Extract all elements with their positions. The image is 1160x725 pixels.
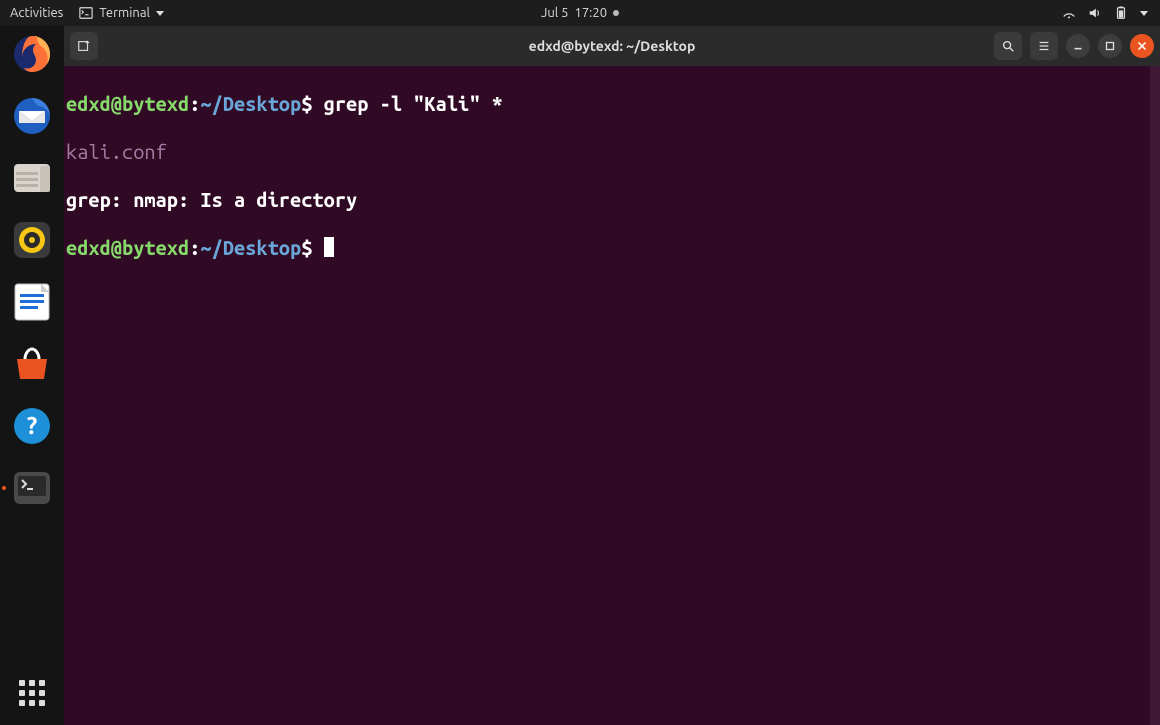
network-icon xyxy=(1062,6,1076,20)
window-title: edxd@bytexd: ~/Desktop xyxy=(529,38,696,54)
terminal-line: grep: nmap: Is a directory xyxy=(64,188,1160,212)
dock-item-files[interactable] xyxy=(10,156,54,200)
app-menu-label: Terminal xyxy=(99,6,150,20)
output-text: grep: nmap: Is a directory xyxy=(66,188,357,211)
prompt-path: ~/Desktop xyxy=(200,92,301,115)
dock-item-thunderbird[interactable] xyxy=(10,94,54,138)
svg-text:?: ? xyxy=(27,412,38,439)
chevron-down-icon xyxy=(1140,11,1148,16)
clock-time: 17:20 xyxy=(575,6,608,20)
activities-button[interactable]: Activities xyxy=(10,6,63,20)
close-icon xyxy=(1135,39,1149,53)
show-applications-button[interactable] xyxy=(16,677,48,709)
terminal-line: edxd@bytexd:~/Desktop$ grep -l "Kali" * xyxy=(64,92,1160,116)
menu-button[interactable] xyxy=(1030,32,1058,60)
maximize-button[interactable] xyxy=(1098,34,1122,58)
prompt-path: ~/Desktop xyxy=(200,236,301,259)
rhythmbox-icon xyxy=(12,220,52,260)
terminal-window: edxd@bytexd: ~/Desktop edxd@bytexd:~/Des… xyxy=(64,26,1160,725)
command-text xyxy=(312,236,323,259)
dock-item-help[interactable]: ? xyxy=(10,404,54,448)
scrollbar-thumb[interactable] xyxy=(1150,66,1160,725)
prompt-user: edxd@bytexd xyxy=(66,236,189,259)
maximize-icon xyxy=(1103,39,1117,53)
libreoffice-writer-icon xyxy=(13,282,51,322)
dock-item-firefox[interactable] xyxy=(10,32,54,76)
software-icon xyxy=(11,345,53,383)
files-icon xyxy=(12,158,52,198)
dock-item-rhythmbox[interactable] xyxy=(10,218,54,262)
prompt-symbol: $ xyxy=(301,92,312,115)
help-icon: ? xyxy=(12,406,52,446)
terminal-line: edxd@bytexd:~/Desktop$ xyxy=(64,236,1160,260)
prompt-sep: : xyxy=(189,92,200,115)
prompt-sep: : xyxy=(189,236,200,259)
terminal-line: kali.conf xyxy=(64,140,1160,164)
top-panel: Activities Terminal Jul 5 17:20 xyxy=(0,0,1160,26)
new-tab-button[interactable] xyxy=(70,32,98,60)
dock-item-terminal[interactable] xyxy=(10,466,54,510)
new-tab-icon xyxy=(77,39,91,53)
dock-item-software[interactable] xyxy=(10,342,54,386)
scrollbar[interactable] xyxy=(1150,66,1160,725)
terminal-body[interactable]: edxd@bytexd:~/Desktop$ grep -l "Kali" * … xyxy=(64,66,1160,725)
hamburger-icon xyxy=(1037,39,1051,53)
terminal-small-icon xyxy=(79,6,93,20)
cursor xyxy=(324,237,334,257)
command-text: grep -l "Kali" * xyxy=(312,92,502,115)
dock-item-writer[interactable] xyxy=(10,280,54,324)
output-filename: kali.conf xyxy=(66,140,167,163)
prompt-symbol: $ xyxy=(301,236,312,259)
clock-date: Jul 5 xyxy=(541,6,569,20)
terminal-icon xyxy=(10,466,54,510)
close-button[interactable] xyxy=(1130,34,1154,58)
search-icon xyxy=(1001,39,1015,53)
volume-icon xyxy=(1088,6,1102,20)
dock: ? xyxy=(0,26,64,725)
clock[interactable]: Jul 5 17:20 xyxy=(541,6,619,20)
app-menu[interactable]: Terminal xyxy=(79,6,164,20)
titlebar: edxd@bytexd: ~/Desktop xyxy=(64,26,1160,66)
search-button[interactable] xyxy=(994,32,1022,60)
notification-dot-icon xyxy=(613,10,619,16)
minimize-button[interactable] xyxy=(1066,34,1090,58)
firefox-icon xyxy=(11,33,53,75)
system-tray[interactable] xyxy=(1062,6,1160,20)
chevron-down-icon xyxy=(156,11,164,16)
minimize-icon xyxy=(1071,39,1085,53)
thunderbird-icon xyxy=(11,95,53,137)
prompt-user: edxd@bytexd xyxy=(66,92,189,115)
battery-icon xyxy=(1114,6,1128,20)
